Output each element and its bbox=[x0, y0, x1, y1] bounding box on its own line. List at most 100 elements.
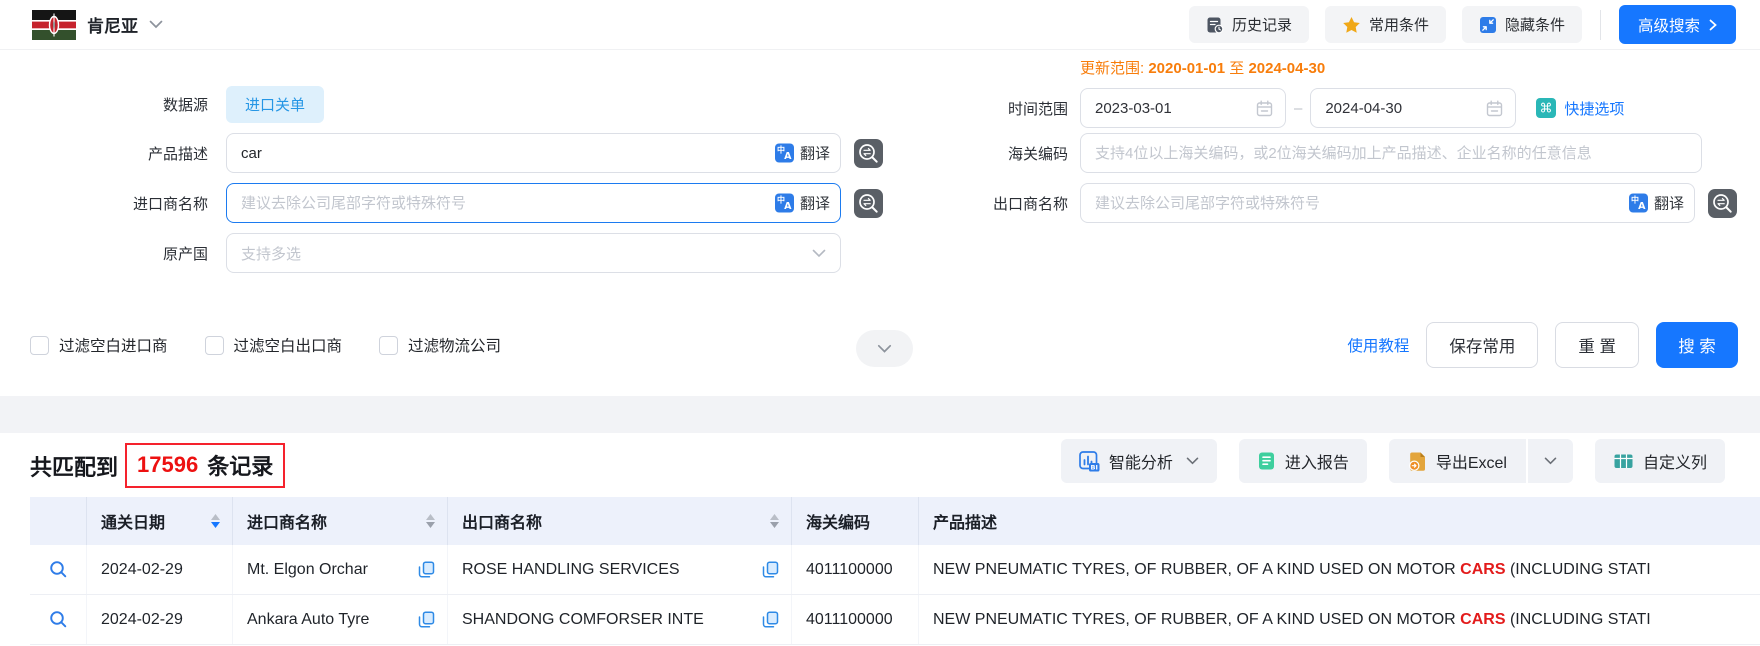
sort-control-importer[interactable] bbox=[426, 514, 435, 528]
chevron-down-icon bbox=[812, 249, 826, 258]
command-icon: ⌘ bbox=[1536, 98, 1556, 118]
importer-row: 进口商名称 中 A 翻译 bbox=[0, 183, 883, 223]
checkbox[interactable] bbox=[379, 336, 398, 355]
hs-code-input[interactable] bbox=[1080, 133, 1702, 173]
exporter-name[interactable]: SHANDONG COMFORSER INTE bbox=[462, 611, 704, 629]
smart-analysis-button[interactable]: BI 智能分析 bbox=[1061, 439, 1217, 483]
exporter-name[interactable]: ROSE HANDLING SERVICES bbox=[462, 561, 680, 579]
origin-country-select[interactable]: 支持多选 bbox=[226, 233, 841, 273]
hscode-cell: 4011100000 bbox=[792, 595, 919, 644]
product-desc-input[interactable] bbox=[226, 133, 841, 173]
enter-report-label: 进入报告 bbox=[1285, 449, 1349, 473]
importer-input[interactable] bbox=[226, 183, 841, 223]
svg-text:BI: BI bbox=[1090, 463, 1097, 471]
update-range: 更新范围: 2020-01-01 至 2024-04-30 bbox=[1080, 57, 1325, 78]
date-start-value: 2023-03-01 bbox=[1095, 100, 1172, 117]
origin-country-placeholder: 支持多选 bbox=[241, 243, 301, 264]
header-label: 产品描述 bbox=[933, 509, 997, 533]
expand-collapse-button[interactable] bbox=[856, 330, 913, 367]
star-icon bbox=[1342, 16, 1361, 34]
exporter-match-mode-button[interactable] bbox=[1708, 189, 1737, 218]
row-detail-cell bbox=[30, 545, 87, 594]
importer-label: 进口商名称 bbox=[0, 193, 208, 214]
table-header-hscode: 海关编码 bbox=[792, 497, 919, 545]
exporter-input[interactable] bbox=[1080, 183, 1695, 223]
header-label: 海关编码 bbox=[806, 509, 870, 533]
translate-icon: 中 A bbox=[775, 194, 794, 213]
date-start-input[interactable]: 2023-03-01 bbox=[1080, 88, 1286, 128]
filter-label: 过滤物流公司 bbox=[408, 334, 501, 356]
table-row: 2024-02-29 Mt. Elgon Orchar ROSE HANDLIN… bbox=[30, 545, 1760, 595]
country-selector[interactable]: 肯尼亚 bbox=[32, 10, 163, 40]
results-count-annotation-box: 17596 条记录 bbox=[125, 443, 285, 488]
importer-name[interactable]: Mt. Elgon Orchar bbox=[247, 561, 368, 579]
filter-logistics[interactable]: 过滤物流公司 bbox=[379, 334, 501, 356]
hide-conditions-button[interactable]: 隐藏条件 bbox=[1462, 6, 1582, 43]
export-dropdown-button[interactable] bbox=[1526, 439, 1573, 483]
enter-report-button[interactable]: 进入报告 bbox=[1239, 439, 1367, 483]
sort-up-icon bbox=[426, 514, 435, 520]
copy-icon[interactable] bbox=[762, 611, 779, 628]
exporter-translate-button[interactable]: 中 A 翻译 bbox=[1629, 193, 1684, 214]
origin-country-label: 原产国 bbox=[0, 243, 208, 264]
filter-blank-exporter[interactable]: 过滤空白出口商 bbox=[205, 334, 343, 356]
filter-blank-importer[interactable]: 过滤空白进口商 bbox=[30, 334, 168, 356]
hs-code-row: 海关编码 bbox=[870, 133, 1702, 173]
save-common-button[interactable]: 保存常用 bbox=[1426, 322, 1538, 368]
copy-icon[interactable] bbox=[418, 561, 435, 578]
data-source-row: 数据源 进口关单 bbox=[0, 86, 324, 123]
tutorial-link[interactable]: 使用教程 bbox=[1347, 334, 1409, 356]
importer-translate-button[interactable]: 中 A 翻译 bbox=[775, 193, 830, 214]
date-end-input[interactable]: 2024-04-30 bbox=[1310, 88, 1516, 128]
results-count-suffix: 条记录 bbox=[207, 449, 273, 481]
table-row: 2024-02-29 Ankara Auto Tyre SHANDONG COM… bbox=[30, 595, 1760, 645]
sort-up-icon bbox=[211, 514, 220, 520]
quick-options-button[interactable]: ⌘ 快捷选项 bbox=[1536, 98, 1624, 119]
favorites-button[interactable]: 常用条件 bbox=[1325, 6, 1446, 43]
product-translate-button[interactable]: 中 A 翻译 bbox=[775, 143, 830, 164]
date-range-dash: – bbox=[1294, 100, 1302, 117]
row-search-icon[interactable] bbox=[49, 610, 68, 629]
table-header-detail bbox=[30, 497, 87, 545]
data-source-selected[interactable]: 进口关单 bbox=[226, 86, 324, 123]
origin-country-row: 原产国 支持多选 bbox=[0, 233, 841, 273]
sort-down-icon bbox=[211, 522, 220, 528]
reset-button[interactable]: 重 置 bbox=[1555, 322, 1639, 368]
topbar-actions: 历史记录 常用条件 隐藏条件 高级搜索 bbox=[1189, 5, 1736, 44]
results-header: 共匹配到 17596 条记录 bbox=[30, 443, 285, 488]
importer-name[interactable]: Ankara Auto Tyre bbox=[247, 611, 369, 629]
row-search-icon[interactable] bbox=[49, 560, 68, 579]
checkbox[interactable] bbox=[30, 336, 49, 355]
highlighted-term: CARS bbox=[1460, 611, 1505, 628]
excel-export-icon bbox=[1407, 451, 1427, 472]
advanced-search-label: 高级搜索 bbox=[1638, 14, 1700, 36]
search-button[interactable]: 搜 索 bbox=[1656, 322, 1738, 368]
filter-label: 过滤空白出口商 bbox=[234, 334, 343, 356]
header-label: 出口商名称 bbox=[462, 509, 542, 533]
importer-cell: Ankara Auto Tyre bbox=[233, 595, 448, 644]
svg-text:⌘: ⌘ bbox=[1540, 102, 1553, 117]
product-desc-row: 产品描述 中 A 翻译 bbox=[0, 133, 883, 173]
history-button[interactable]: 历史记录 bbox=[1189, 6, 1309, 43]
copy-icon[interactable] bbox=[762, 561, 779, 578]
exporter-translate-label: 翻译 bbox=[1654, 193, 1684, 214]
export-excel-button[interactable]: 导出Excel bbox=[1389, 439, 1573, 483]
history-label: 历史记录 bbox=[1232, 14, 1292, 35]
bi-chart-icon: BI bbox=[1079, 451, 1100, 472]
header-label: 通关日期 bbox=[101, 509, 165, 533]
date-cell: 2024-02-29 bbox=[87, 595, 233, 644]
custom-columns-button[interactable]: 自定义列 bbox=[1595, 439, 1725, 483]
advanced-search-button[interactable]: 高级搜索 bbox=[1619, 5, 1736, 44]
sort-control-exporter[interactable] bbox=[770, 514, 779, 528]
checkbox[interactable] bbox=[205, 336, 224, 355]
sort-down-icon bbox=[426, 522, 435, 528]
table-header-desc: 产品描述 bbox=[919, 497, 1760, 545]
history-icon bbox=[1206, 16, 1224, 34]
table-header-date: 通关日期 bbox=[87, 497, 233, 545]
desc-cell: NEW PNEUMATIC TYRES, OF RUBBER, OF A KIN… bbox=[919, 595, 1760, 644]
form-actions: 使用教程 保存常用 重 置 搜 索 bbox=[1347, 322, 1738, 368]
exporter-row: 出口商名称 中 A 翻译 bbox=[870, 183, 1737, 223]
copy-icon[interactable] bbox=[418, 611, 435, 628]
sort-control-date[interactable] bbox=[211, 514, 220, 528]
section-divider bbox=[0, 396, 1760, 433]
